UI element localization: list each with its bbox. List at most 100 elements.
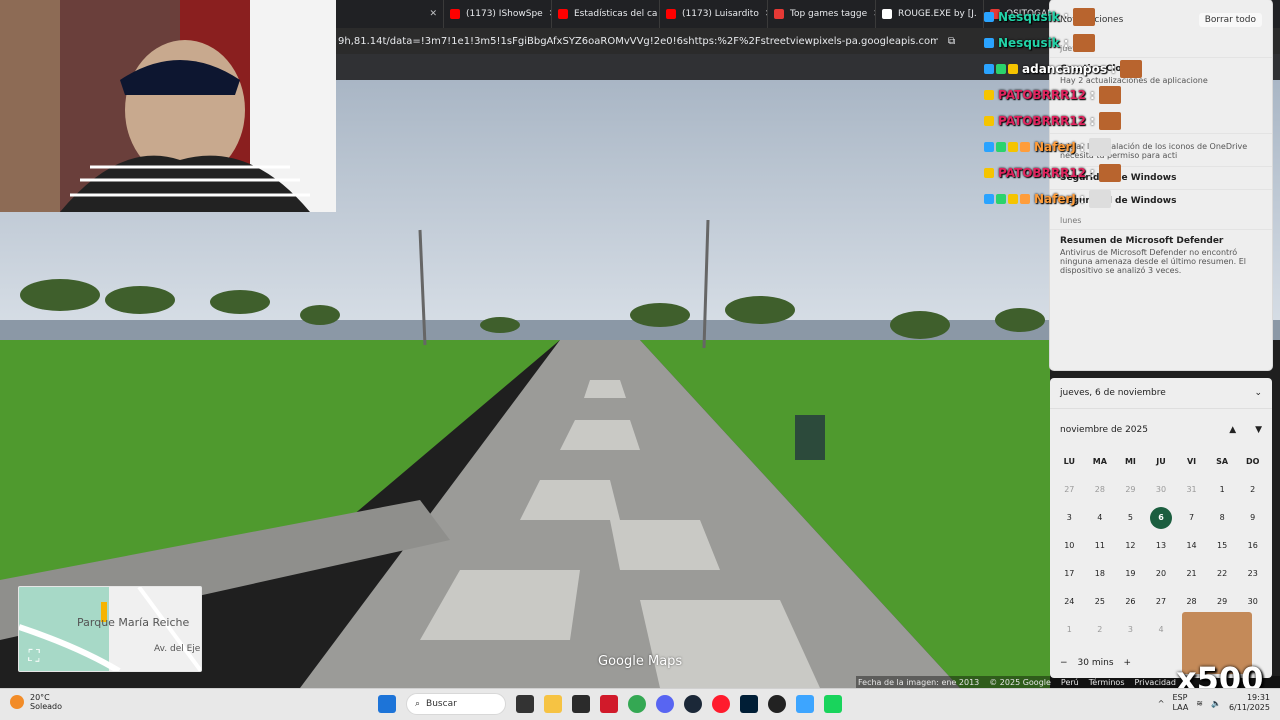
calendar-day[interactable]: 2 — [1237, 479, 1268, 501]
calendar-day[interactable]: 27 — [1054, 479, 1085, 501]
day-number: 20 — [1155, 569, 1167, 578]
chevron-down-icon[interactable]: ⌄ — [1254, 388, 1262, 398]
task-view-icon[interactable] — [516, 695, 534, 713]
next-month-icon[interactable]: ▼ — [1255, 425, 1262, 435]
sun-icon — [10, 695, 24, 709]
weekday-label: DO — [1245, 457, 1260, 466]
calendar-day[interactable]: 30 — [1237, 591, 1268, 613]
calendar-day[interactable]: 17 — [1054, 563, 1085, 585]
photoshop-icon[interactable] — [740, 695, 758, 713]
chat-message: PATOBRRR12: — [984, 82, 1164, 108]
terms-link[interactable]: Términos — [1089, 678, 1125, 687]
calendar-day[interactable]: 12 — [1115, 535, 1146, 557]
calendar-day[interactable]: 5 — [1115, 507, 1146, 529]
calendar-month-label[interactable]: noviembre de 2025 — [1060, 425, 1148, 435]
calendar-day[interactable]: 1 — [1054, 619, 1085, 641]
day-number: 4 — [1097, 513, 1103, 522]
plus-icon[interactable]: + — [1124, 658, 1132, 668]
install-app-icon[interactable]: ⧉ — [948, 36, 955, 47]
calendar-day[interactable]: 3 — [1054, 507, 1085, 529]
minus-icon[interactable]: − — [1060, 658, 1068, 668]
calendar-day[interactable]: 2 — [1085, 619, 1116, 641]
badge-icon — [996, 142, 1006, 152]
calendar-day[interactable]: 28 — [1085, 479, 1116, 501]
taskbar-search[interactable]: ⌕ Buscar — [406, 693, 506, 715]
discord-icon[interactable] — [656, 695, 674, 713]
tab[interactable]: Top games tagge ✕ — [768, 0, 876, 28]
tab[interactable]: (1173) IShowSpe ✕ — [444, 0, 552, 28]
calendar-day[interactable]: 31 — [1176, 479, 1207, 501]
url-text[interactable]: 9h,81.14t/data=!3m7!1e1!3m5!1sFgiBbgAfxS… — [338, 36, 938, 47]
tab[interactable]: ✕ — [336, 0, 444, 28]
steam-icon[interactable] — [684, 695, 702, 713]
calendar-day[interactable]: 18 — [1085, 563, 1116, 585]
calendar-day[interactable]: 26 — [1115, 591, 1146, 613]
day-number: 12 — [1125, 541, 1136, 550]
app-icon[interactable] — [824, 695, 842, 713]
notification-item[interactable]: Resumen de Microsoft Defender Antivirus … — [1050, 229, 1272, 281]
calendar-day[interactable]: 16 — [1237, 535, 1268, 557]
expand-map-icon[interactable]: ⛶ — [25, 647, 43, 665]
tab[interactable]: (1173) Luisardito ✕ — [660, 0, 768, 28]
file-explorer-icon[interactable] — [544, 695, 562, 713]
mini-map[interactable]: Parque María Reiche Av. del Eje ⛶ — [18, 586, 202, 672]
volume-icon[interactable]: 🔈 — [1211, 699, 1221, 708]
app-icon[interactable] — [600, 695, 618, 713]
calendar-day[interactable]: 28 — [1176, 591, 1207, 613]
calendar-day[interactable]: 7 — [1176, 507, 1207, 529]
calendar-day[interactable]: 25 — [1085, 591, 1116, 613]
clock[interactable]: 19:31 6/11/2025 — [1229, 693, 1270, 713]
tab[interactable]: Estadísticas del ca ✕ — [552, 0, 660, 28]
app-icon[interactable] — [572, 695, 590, 713]
notepad-icon[interactable] — [796, 695, 814, 713]
calendar-day[interactable]: 1 — [1207, 479, 1238, 501]
calendar-day[interactable]: 30 — [1146, 479, 1177, 501]
calendar-day[interactable]: 3 — [1115, 619, 1146, 641]
calendar-day-today[interactable]: 6 — [1146, 507, 1177, 529]
calendar-day[interactable]: 14 — [1176, 535, 1207, 557]
calendar-day[interactable]: 4 — [1085, 507, 1116, 529]
tab[interactable]: ROUGE.EXE by [J. ✕ — [876, 0, 984, 28]
calendar-day[interactable]: 22 — [1207, 563, 1238, 585]
clear-all-button[interactable]: Borrar todo — [1198, 13, 1262, 27]
day-number: 17 — [1064, 569, 1075, 578]
calendar-day[interactable]: 21 — [1176, 563, 1207, 585]
calendar-day[interactable]: 15 — [1207, 535, 1238, 557]
calendar-day[interactable]: 4 — [1146, 619, 1177, 641]
calendar-day[interactable]: 23 — [1237, 563, 1268, 585]
region-code: LAA — [1172, 703, 1189, 712]
opera-icon[interactable] — [712, 695, 730, 713]
chat-username: Nesqusik — [998, 36, 1060, 50]
chrome-icon[interactable] — [628, 695, 646, 713]
close-tab-icon[interactable]: ✕ — [429, 9, 437, 19]
badge-icon — [984, 90, 994, 100]
privacy-link[interactable]: Privacidad — [1135, 678, 1177, 687]
calendar-day[interactable]: 27 — [1146, 591, 1177, 613]
calendar-day[interactable]: 19 — [1115, 563, 1146, 585]
calendar-day[interactable]: 24 — [1054, 591, 1085, 613]
weather-widget[interactable]: 20°C Soleado — [10, 693, 62, 711]
app-icon[interactable] — [768, 695, 786, 713]
emote-icon — [1072, 8, 1095, 26]
language-indicator[interactable]: ESP LAA — [1172, 693, 1188, 713]
calendar-day[interactable]: 8 — [1207, 507, 1238, 529]
emote-icon — [1088, 138, 1111, 156]
calendar-day[interactable]: 11 — [1085, 535, 1116, 557]
chevron-up-icon[interactable]: ^ — [1158, 699, 1165, 708]
country-link[interactable]: Perú — [1061, 678, 1079, 687]
calendar-day[interactable]: 13 — [1146, 535, 1177, 557]
windows-start-icon[interactable] — [378, 695, 396, 713]
focus-session: − 30 mins + — [1060, 658, 1131, 668]
google-maps-logo: Google Maps — [598, 654, 683, 669]
day-number: 9 — [1250, 513, 1256, 522]
calendar-date-header[interactable]: jueves, 6 de noviembre ⌄ — [1050, 378, 1272, 409]
calendar-day[interactable]: 20 — [1146, 563, 1177, 585]
calendar-day[interactable]: 29 — [1115, 479, 1146, 501]
day-number: 5 — [1127, 513, 1133, 522]
previous-month-icon[interactable]: ▲ — [1229, 425, 1236, 435]
wifi-icon[interactable]: ≋ — [1196, 699, 1203, 708]
calendar-day[interactable]: 10 — [1054, 535, 1085, 557]
calendar-day[interactable]: 9 — [1237, 507, 1268, 529]
weather-temperature: 20°C — [30, 693, 50, 702]
calendar-day[interactable]: 29 — [1207, 591, 1238, 613]
